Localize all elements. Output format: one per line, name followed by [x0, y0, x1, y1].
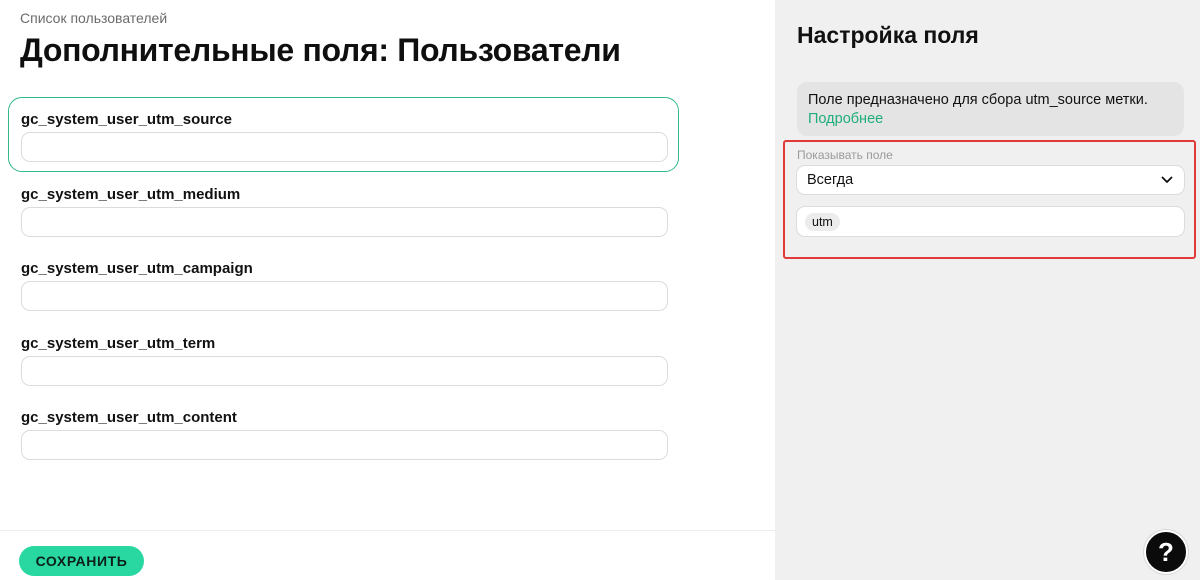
field-utm-source[interactable]: gc_system_user_utm_source [8, 97, 679, 172]
select-value: Всегда [807, 172, 854, 188]
field-input[interactable] [21, 355, 668, 386]
main-area: Список пользователей Дополнительные поля… [0, 0, 775, 580]
tag[interactable]: utm [805, 212, 840, 231]
show-field-label: Показывать поле [797, 148, 893, 162]
question-icon[interactable]: ? [1144, 530, 1188, 574]
field-settings-panel: Настройка поля Поле предназначено для сб… [775, 0, 1200, 580]
panel-title: Настройка поля [797, 22, 979, 48]
bottom-bar: СОХРАНИТЬ [0, 530, 775, 580]
field-label: gc_system_user_utm_medium [21, 185, 241, 203]
field-utm-term[interactable]: gc_system_user_utm_term [8, 321, 679, 396]
field-input[interactable] [21, 132, 668, 162]
info-box: Поле предназначено для сбора utm_source … [797, 82, 1184, 136]
field-label: gc_system_user_utm_term [21, 334, 216, 352]
fields-list: gc_system_user_utm_source gc_system_user… [8, 97, 679, 470]
field-input[interactable] [21, 430, 668, 460]
tags-input[interactable]: utm [796, 206, 1185, 237]
show-field-select[interactable]: Всегда [796, 165, 1185, 195]
info-text: Поле предназначено для сбора utm_source … [808, 92, 1148, 108]
field-label: gc_system_user_utm_source [21, 111, 232, 128]
field-label: gc_system_user_utm_content [21, 409, 237, 426]
chevron-down-icon [1160, 173, 1174, 187]
page-title: Дополнительные поля: Пользователи [20, 32, 621, 68]
field-input[interactable] [21, 281, 668, 311]
field-utm-medium[interactable]: gc_system_user_utm_medium [8, 172, 679, 247]
field-utm-campaign[interactable]: gc_system_user_utm_campaign [8, 246, 679, 321]
field-input[interactable] [21, 206, 668, 237]
save-button[interactable]: СОХРАНИТЬ [19, 546, 144, 576]
breadcrumb[interactable]: Список пользователей [20, 10, 167, 26]
more-link[interactable]: Подробнее [808, 110, 883, 129]
field-label: gc_system_user_utm_campaign [21, 260, 253, 277]
field-utm-content[interactable]: gc_system_user_utm_content [8, 395, 679, 470]
